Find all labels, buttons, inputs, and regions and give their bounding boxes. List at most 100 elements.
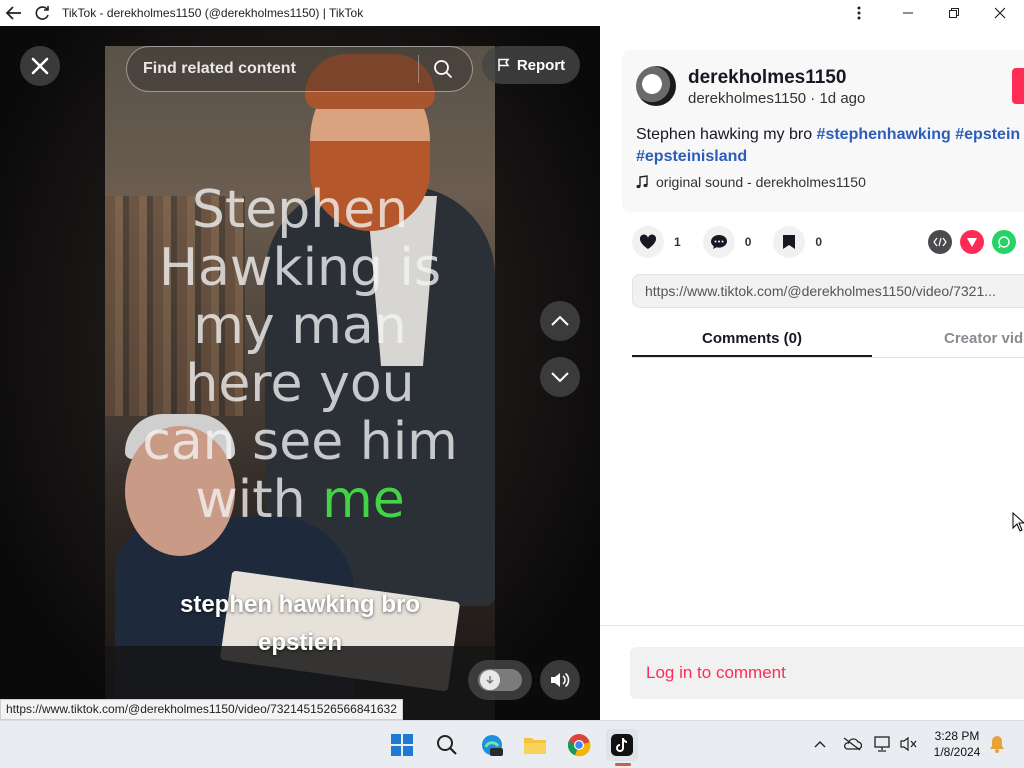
follow-button[interactable] xyxy=(1012,68,1024,104)
overlay-line: with xyxy=(195,470,306,530)
windows-logo-icon xyxy=(391,734,413,756)
volume-icon xyxy=(551,672,570,688)
restore-button[interactable] xyxy=(931,0,977,26)
back-button[interactable] xyxy=(0,0,28,26)
music-link[interactable]: original sound - derekholmes1150 xyxy=(636,174,866,190)
author-username[interactable]: derekholmes1150 xyxy=(688,67,846,89)
comment-icon-wrap xyxy=(702,226,735,258)
save-button[interactable]: 0 xyxy=(773,226,822,258)
autoscroll-toggle[interactable] xyxy=(468,660,532,700)
overlay-line: here you xyxy=(185,354,415,414)
author-subline: derekholmes1150 · 1d ago xyxy=(688,90,866,107)
engagement-actions: 1 0 0 xyxy=(632,224,844,260)
show-hidden-icons-button[interactable] xyxy=(808,732,832,756)
whatsapp-icon xyxy=(998,236,1010,249)
copy-link-field[interactable]: https://www.tiktok.com/@derekholmes1150/… xyxy=(632,274,1024,308)
overlay-highlight-word: me xyxy=(322,470,405,530)
search-button[interactable] xyxy=(419,46,467,92)
chrome-button[interactable] xyxy=(563,729,595,761)
related-search-bar[interactable] xyxy=(126,46,473,92)
save-count: 0 xyxy=(815,235,823,249)
folder-icon xyxy=(524,738,546,754)
next-video-button[interactable] xyxy=(540,357,580,397)
browser-menu-button[interactable] xyxy=(836,0,882,26)
minimize-button[interactable] xyxy=(885,0,931,26)
like-icon-wrap xyxy=(632,226,664,258)
tiktok-app-button[interactable] xyxy=(606,729,638,761)
overlay-line: Stephen xyxy=(191,180,409,240)
more-vertical-icon xyxy=(857,6,861,20)
taskbar-search-button[interactable] xyxy=(431,729,463,761)
overlay-line: can see him xyxy=(142,412,458,472)
mouse-cursor-icon xyxy=(1012,512,1024,532)
clock-date: 1/8/2024 xyxy=(933,745,981,759)
window-title: TikTok - derekholmes1150 (@derekholmes11… xyxy=(62,6,364,20)
close-window-button[interactable] xyxy=(977,0,1023,26)
whatsapp-share-button[interactable] xyxy=(992,230,1016,254)
notifications-button[interactable] xyxy=(985,732,1009,756)
search-icon xyxy=(434,60,453,79)
volume-button[interactable] xyxy=(540,660,580,700)
clock-time: 3:28 PM xyxy=(934,729,980,743)
like-button[interactable]: 1 xyxy=(632,226,681,258)
toggle-switch[interactable] xyxy=(478,669,522,691)
volume-tray-button[interactable] xyxy=(897,732,921,756)
video-player[interactable]: Stephen Hawking is my man here you can s… xyxy=(0,26,600,720)
video-caption: stephen hawking bro epstien xyxy=(105,586,495,662)
heart-icon xyxy=(639,234,657,249)
related-search-input[interactable] xyxy=(143,60,418,78)
bell-icon xyxy=(990,736,1004,753)
send-icon xyxy=(967,238,977,247)
start-button[interactable] xyxy=(386,729,418,761)
hashtag-link[interactable]: #stephenhawking xyxy=(817,126,951,143)
link-hover-status: https://www.tiktok.com/@derekholmes1150/… xyxy=(0,699,403,720)
refresh-icon xyxy=(35,6,49,20)
edge-browser-icon xyxy=(482,735,503,756)
speaker-muted-icon xyxy=(900,736,917,752)
comment-icon xyxy=(710,235,727,249)
network-icon xyxy=(874,736,890,752)
avatar[interactable] xyxy=(636,66,676,106)
post-info-card: derekholmes1150 derekholmes1150 · 1d ago… xyxy=(622,50,1024,212)
overlay-line-last: with me xyxy=(105,471,495,529)
comment-count: 0 xyxy=(744,235,752,249)
chevron-up-icon xyxy=(814,741,826,748)
tab-creator-videos[interactable]: Creator videos xyxy=(944,330,1024,347)
close-video-button[interactable] xyxy=(20,46,60,86)
network-button[interactable] xyxy=(871,732,895,756)
embed-button[interactable] xyxy=(928,230,952,254)
login-to-comment-label: Log in to comment xyxy=(646,663,786,682)
report-label: Report xyxy=(516,56,566,74)
edge-beta-button[interactable] xyxy=(476,729,508,761)
music-label: original sound - derekholmes1150 xyxy=(656,174,866,190)
hashtag-link[interactable]: #epsteinisland xyxy=(636,148,747,165)
report-button[interactable]: Report xyxy=(482,46,580,84)
send-button[interactable] xyxy=(960,230,984,254)
previous-video-button[interactable] xyxy=(540,301,580,341)
divider xyxy=(600,625,1024,626)
search-icon xyxy=(437,735,457,755)
toggle-knob xyxy=(480,670,500,690)
overlay-line: my man xyxy=(193,296,407,356)
embed-code-icon xyxy=(933,237,947,247)
tab-comments[interactable]: Comments (0) xyxy=(632,330,872,347)
comment-button[interactable]: 0 xyxy=(702,226,752,258)
refresh-button[interactable] xyxy=(28,0,56,26)
arrow-down-icon xyxy=(486,676,494,684)
save-icon-wrap xyxy=(773,226,806,258)
chevron-down-icon xyxy=(551,372,569,383)
post-description: Stephen hawking my bro #stephenhawking #… xyxy=(636,124,1024,168)
back-arrow-icon xyxy=(5,6,21,20)
login-to-comment-bar[interactable]: Log in to comment xyxy=(630,647,1024,699)
taskbar-clock[interactable]: 3:28 PM 1/8/2024 xyxy=(926,728,988,760)
tiktok-icon xyxy=(611,734,633,756)
chevron-up-icon xyxy=(551,315,569,326)
share-buttons xyxy=(928,230,1016,254)
hashtag-link[interactable]: #epstein xyxy=(955,126,1020,143)
close-icon xyxy=(994,7,1006,19)
description-text: Stephen hawking my bro xyxy=(636,126,817,143)
close-icon xyxy=(31,57,49,75)
onedrive-button[interactable] xyxy=(840,732,864,756)
file-explorer-button[interactable] xyxy=(519,729,551,761)
active-app-indicator xyxy=(615,763,631,766)
